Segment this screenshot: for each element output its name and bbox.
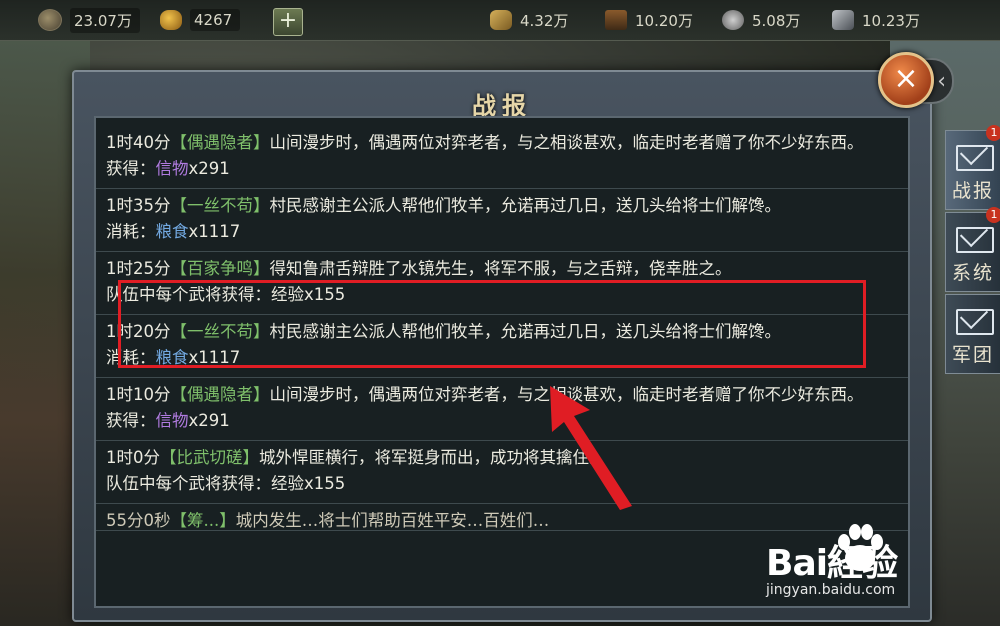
tab-label: 系统 — [951, 262, 994, 284]
watermark-logo: Bai経验 — [766, 543, 898, 584]
entry-time: 1时35分 — [106, 196, 171, 215]
notification-badge: 1 — [986, 125, 1000, 141]
notification-badge: 1 — [986, 207, 1000, 223]
entry-reward-label: 获得： — [106, 159, 156, 178]
list-item: 1时0分【比武切磋】城外悍匪横行，将军挺身而出，成功将其擒住。 队伍中每个武将获… — [96, 441, 908, 504]
gold-value: 4267 — [190, 9, 241, 31]
gold-ingot-icon — [160, 10, 182, 30]
entry-time: 1时0分 — [106, 448, 160, 467]
entry-time: 55分0秒 — [106, 511, 171, 530]
entry-event: 【一丝不苟】 — [170, 196, 270, 215]
red-arrow-icon — [550, 386, 632, 510]
tab-system[interactable]: 1 系统 — [945, 207, 1000, 292]
entry-qty: x1117 — [188, 222, 241, 241]
entry-item: 粮食 — [155, 222, 189, 241]
stone-value: 5.08万 — [752, 11, 801, 30]
wood-resource: 10.20万 — [605, 8, 693, 32]
tab-battle-report[interactable]: 1 战报 — [945, 125, 1000, 210]
iron-value: 10.23万 — [862, 11, 920, 30]
entry-text: 得知鲁肃舌辩胜了水镜先生，将军不服，与之舌辩，侥幸胜之。 — [269, 259, 732, 278]
copper-value: 23.07万 — [70, 7, 140, 33]
grain-icon — [490, 10, 512, 30]
tab-label: 战报 — [951, 180, 994, 202]
entry-time: 1时10分 — [106, 385, 171, 404]
entry-item: 经验 — [271, 474, 304, 493]
entry-item: 信物 — [155, 411, 189, 430]
baidu-watermark: Bai経验 jingyan.baidu.com — [760, 518, 1000, 618]
entry-event: 【筹...】 — [170, 511, 236, 530]
entry-text: 山间漫步时，偶遇两位对弈老者，与之相谈甚欢，临走时老者赠了你不少好东西。 — [269, 133, 864, 152]
watermark-url: jingyan.baidu.com — [766, 582, 896, 598]
tab-label: 军团 — [951, 344, 994, 366]
entry-qty: x291 — [188, 159, 230, 178]
highlight-box — [118, 280, 866, 368]
grain-resource: 4.32万 — [490, 8, 568, 32]
entry-item: 信物 — [155, 159, 189, 178]
entry-event: 【偶遇隐者】 — [170, 385, 270, 404]
envelope-icon — [956, 227, 994, 253]
add-gold-button[interactable]: + — [273, 8, 303, 36]
entry-reward-label: 消耗： — [106, 222, 156, 241]
entry-reward-label: 获得： — [106, 411, 156, 430]
wood-value: 10.20万 — [635, 11, 693, 30]
entry-event: 【百家争鸣】 — [170, 259, 270, 278]
copper-resource: 23.07万 — [38, 7, 140, 33]
resource-bar: 23.07万 4267 + 4.32万 10.20万 5.08万 10.23万 — [0, 0, 1000, 41]
iron-icon — [832, 10, 854, 30]
iron-resource: 10.23万 — [832, 8, 920, 32]
list-item: 1时40分【偶遇隐者】山间漫步时，偶遇两位对弈老者，与之相谈甚欢，临走时老者赠了… — [96, 126, 908, 189]
entry-event: 【偶遇隐者】 — [170, 133, 270, 152]
entry-reward-label: 队伍中每个武将获得： — [106, 474, 271, 493]
entry-time: 1时40分 — [106, 133, 171, 152]
envelope-icon — [956, 145, 994, 171]
list-item: 1时10分【偶遇隐者】山间漫步时，偶遇两位对弈老者，与之相谈甚欢，临走时老者赠了… — [96, 378, 908, 441]
tab-legion[interactable]: 军团 — [945, 294, 1000, 374]
envelope-icon — [956, 309, 994, 335]
list-item: 1时35分【一丝不苟】村民感谢主公派人帮他们牧羊，允诺再过几日，送几头给将士们解… — [96, 189, 908, 252]
grain-value: 4.32万 — [520, 11, 569, 30]
entry-text: 城内发生…将士们帮助百姓平安…百姓们… — [235, 511, 550, 530]
stone-icon — [722, 10, 744, 30]
gold-resource: 4267 — [160, 8, 241, 32]
wood-icon — [605, 10, 627, 30]
copper-coin-icon — [38, 9, 62, 31]
entry-qty: x155 — [304, 474, 346, 493]
entry-text: 村民感谢主公派人帮他们牧羊，允诺再过几日，送几头给将士们解馋。 — [269, 196, 782, 215]
entry-time: 1时25分 — [106, 259, 171, 278]
entry-event: 【比武切磋】 — [160, 448, 259, 467]
stone-resource: 5.08万 — [722, 8, 800, 32]
close-button[interactable]: × — [878, 52, 934, 108]
entry-qty: x291 — [188, 411, 230, 430]
